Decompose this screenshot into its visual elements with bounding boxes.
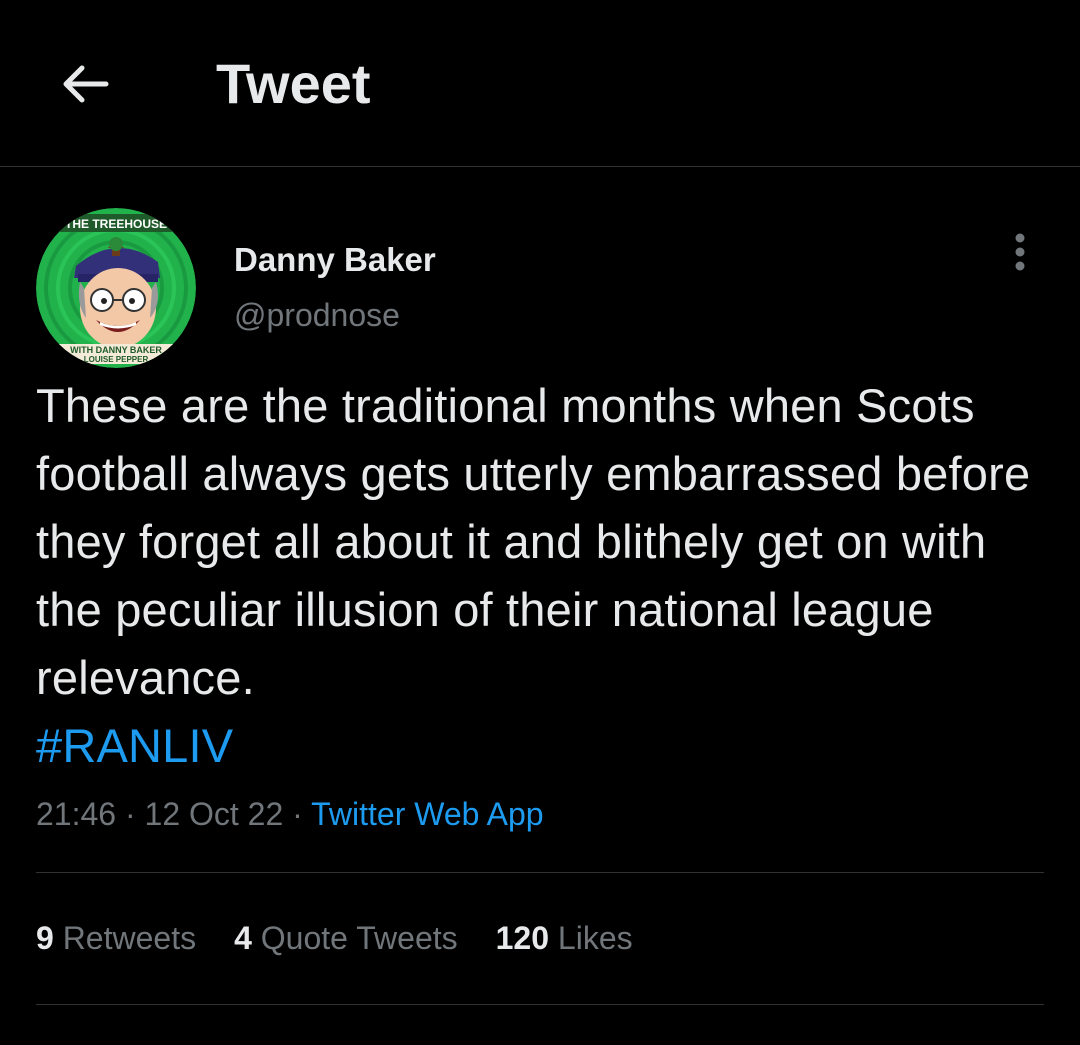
quote-tweets-stat[interactable]: 4 Quote Tweets xyxy=(234,916,458,960)
avatar-bottom-text: WITH DANNY BAKER xyxy=(70,345,162,355)
avatar-top-text: THE TREEHOUSE xyxy=(65,217,167,231)
arrow-left-icon xyxy=(63,65,109,103)
top-bar: Tweet xyxy=(0,0,1080,167)
tweet-body: These are the traditional months when Sc… xyxy=(36,379,1031,704)
likes-count: 120 xyxy=(495,920,550,956)
tweet-source-link[interactable]: Twitter Web App xyxy=(311,796,543,832)
avatar[interactable]: THE TREEHOUSE WITH DANNY BAKER LOUISE PE… xyxy=(36,208,196,368)
avatar-bottom-text-2: LOUISE PEPPER xyxy=(84,355,149,364)
more-options-button[interactable] xyxy=(996,228,1044,276)
tweet-stats: 9 Retweets 4 Quote Tweets 120 Likes xyxy=(36,916,671,960)
hashtag-link[interactable]: #RANLIV xyxy=(36,719,233,772)
retweets-label: Retweets xyxy=(62,920,197,956)
divider xyxy=(36,1004,1044,1005)
meta-separator: · xyxy=(124,796,136,832)
likes-label: Likes xyxy=(557,920,633,956)
back-button[interactable] xyxy=(52,56,116,112)
quote-tweets-count: 4 xyxy=(234,920,252,956)
tweet-date: 12 Oct 22 xyxy=(144,796,284,832)
retweets-count: 9 xyxy=(36,920,54,956)
tweet-text: These are the traditional months when Sc… xyxy=(36,372,1046,780)
tweet-time: 21:46 xyxy=(36,796,117,832)
author-name[interactable]: Danny Baker xyxy=(234,240,436,280)
likes-stat[interactable]: 120 Likes xyxy=(496,916,633,960)
avatar-image: THE TREEHOUSE WITH DANNY BAKER LOUISE PE… xyxy=(36,208,196,368)
author-handle[interactable]: @prodnose xyxy=(234,295,400,335)
meta-separator: · xyxy=(292,796,303,832)
page-title: Tweet xyxy=(216,52,371,115)
more-vertical-icon xyxy=(1015,233,1025,271)
divider xyxy=(36,872,1044,873)
quote-tweets-label: Quote Tweets xyxy=(260,920,458,956)
retweets-stat[interactable]: 9 Retweets xyxy=(36,916,196,960)
tweet-meta: 21:46 · 12 Oct 22 · Twitter Web App xyxy=(36,792,544,836)
